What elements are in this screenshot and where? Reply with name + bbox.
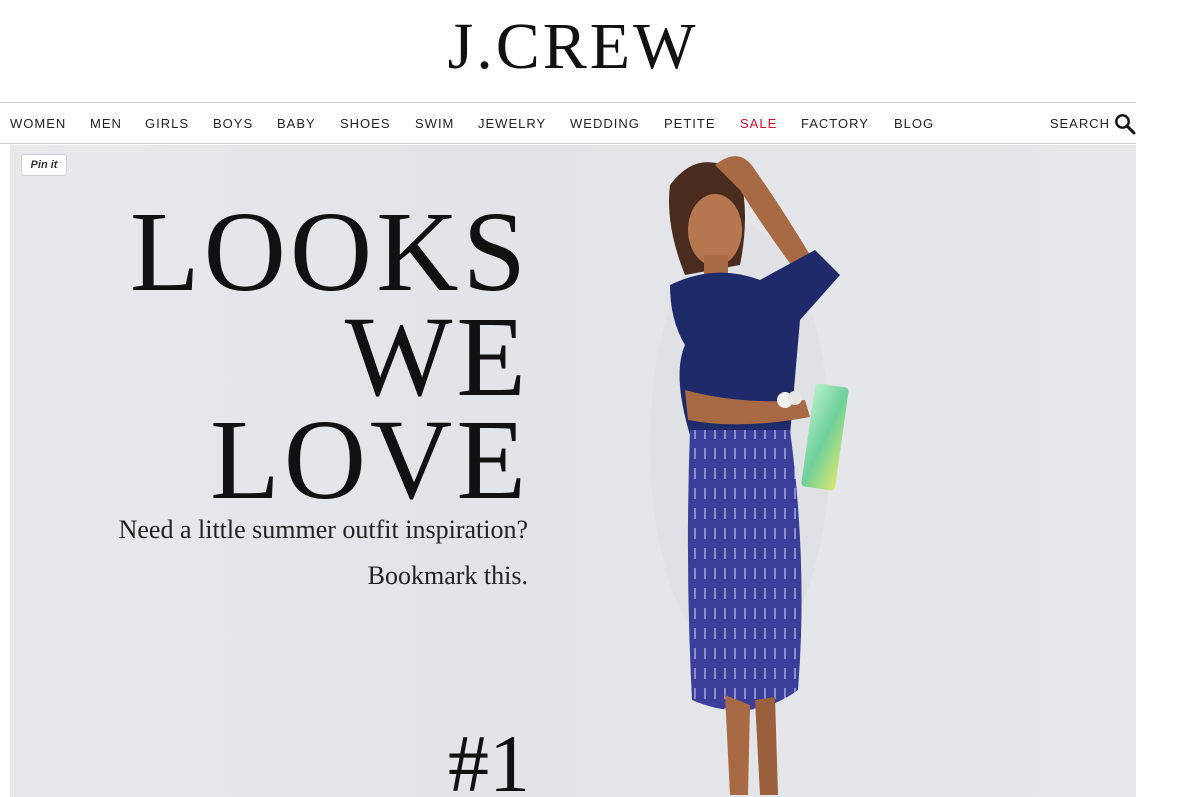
nav-item-blog[interactable]: BLOG: [894, 116, 934, 131]
headline-line-3: LOVE: [210, 396, 530, 523]
search-icon: [1115, 114, 1136, 135]
nav-item-factory[interactable]: FACTORY: [801, 116, 869, 131]
search-label: SEARCH: [1049, 116, 1110, 131]
nav-item-girls[interactable]: GIRLS: [145, 116, 189, 131]
nav-item-men[interactable]: MEN: [90, 116, 122, 131]
nav-item-sale[interactable]: SALE: [740, 116, 777, 131]
header: J.CREW: [0, 0, 1200, 100]
search-button[interactable]: SEARCH: [1016, 113, 1136, 135]
pin-it-button[interactable]: Pin it: [21, 154, 67, 176]
model-photo: [650, 156, 849, 795]
nav-item-jewelry[interactable]: JEWELRY: [478, 116, 546, 131]
hero-banner[interactable]: Pin it LOOKS WE LOVE Need a little summe…: [10, 145, 1136, 797]
nav-item-swim[interactable]: SWIM: [415, 116, 454, 131]
headline-line-1: LOOKS: [129, 188, 530, 315]
page-margin: [1136, 145, 1200, 797]
hero-subtext-bookmark: Bookmark this.: [367, 561, 528, 590]
hero-subtext-question: Need a little summer outfit inspiration?: [118, 515, 528, 544]
main-nav: WOMEN MEN GIRLS BOYS BABY SHOES SWIM JEW…: [0, 102, 1136, 144]
nav-item-wedding[interactable]: WEDDING: [570, 116, 640, 131]
nav-item-shoes[interactable]: SHOES: [340, 116, 391, 131]
nav-item-women[interactable]: WOMEN: [10, 116, 66, 131]
brand-logo[interactable]: J.CREW: [0, 14, 1146, 80]
look-number: #1: [448, 718, 530, 797]
nav-item-baby[interactable]: BABY: [277, 116, 316, 131]
nav-item-boys[interactable]: BOYS: [213, 116, 253, 131]
nav-item-petite[interactable]: PETITE: [664, 116, 716, 131]
